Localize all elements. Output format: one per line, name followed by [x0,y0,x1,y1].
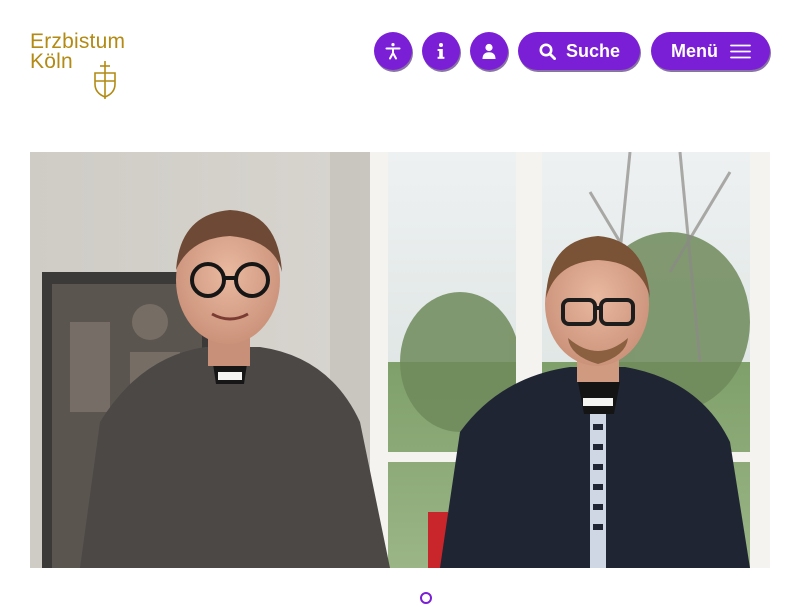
info-button[interactable] [422,32,460,70]
search-icon [539,43,556,60]
logo-text-line1: Erzbistum [30,30,126,53]
logo-text-line2: Köln [30,50,73,73]
menu-label: Menü [671,40,718,61]
accessibility-button[interactable] [374,32,412,70]
hero-image [30,152,770,568]
site-header: Erzbistum Köln Suche Menü [0,0,800,120]
search-button[interactable]: Suche [518,32,640,70]
account-button[interactable] [470,32,508,70]
info-icon [437,43,445,59]
cross-emblem-icon [94,61,116,99]
menu-button[interactable]: Menü [651,32,770,70]
slider-indicator[interactable] [420,592,432,604]
accessibility-icon [385,43,401,60]
user-icon [482,43,496,59]
search-label: Suche [566,40,621,61]
site-logo[interactable]: Erzbistum Köln [30,30,150,102]
hamburger-icon [730,44,751,58]
